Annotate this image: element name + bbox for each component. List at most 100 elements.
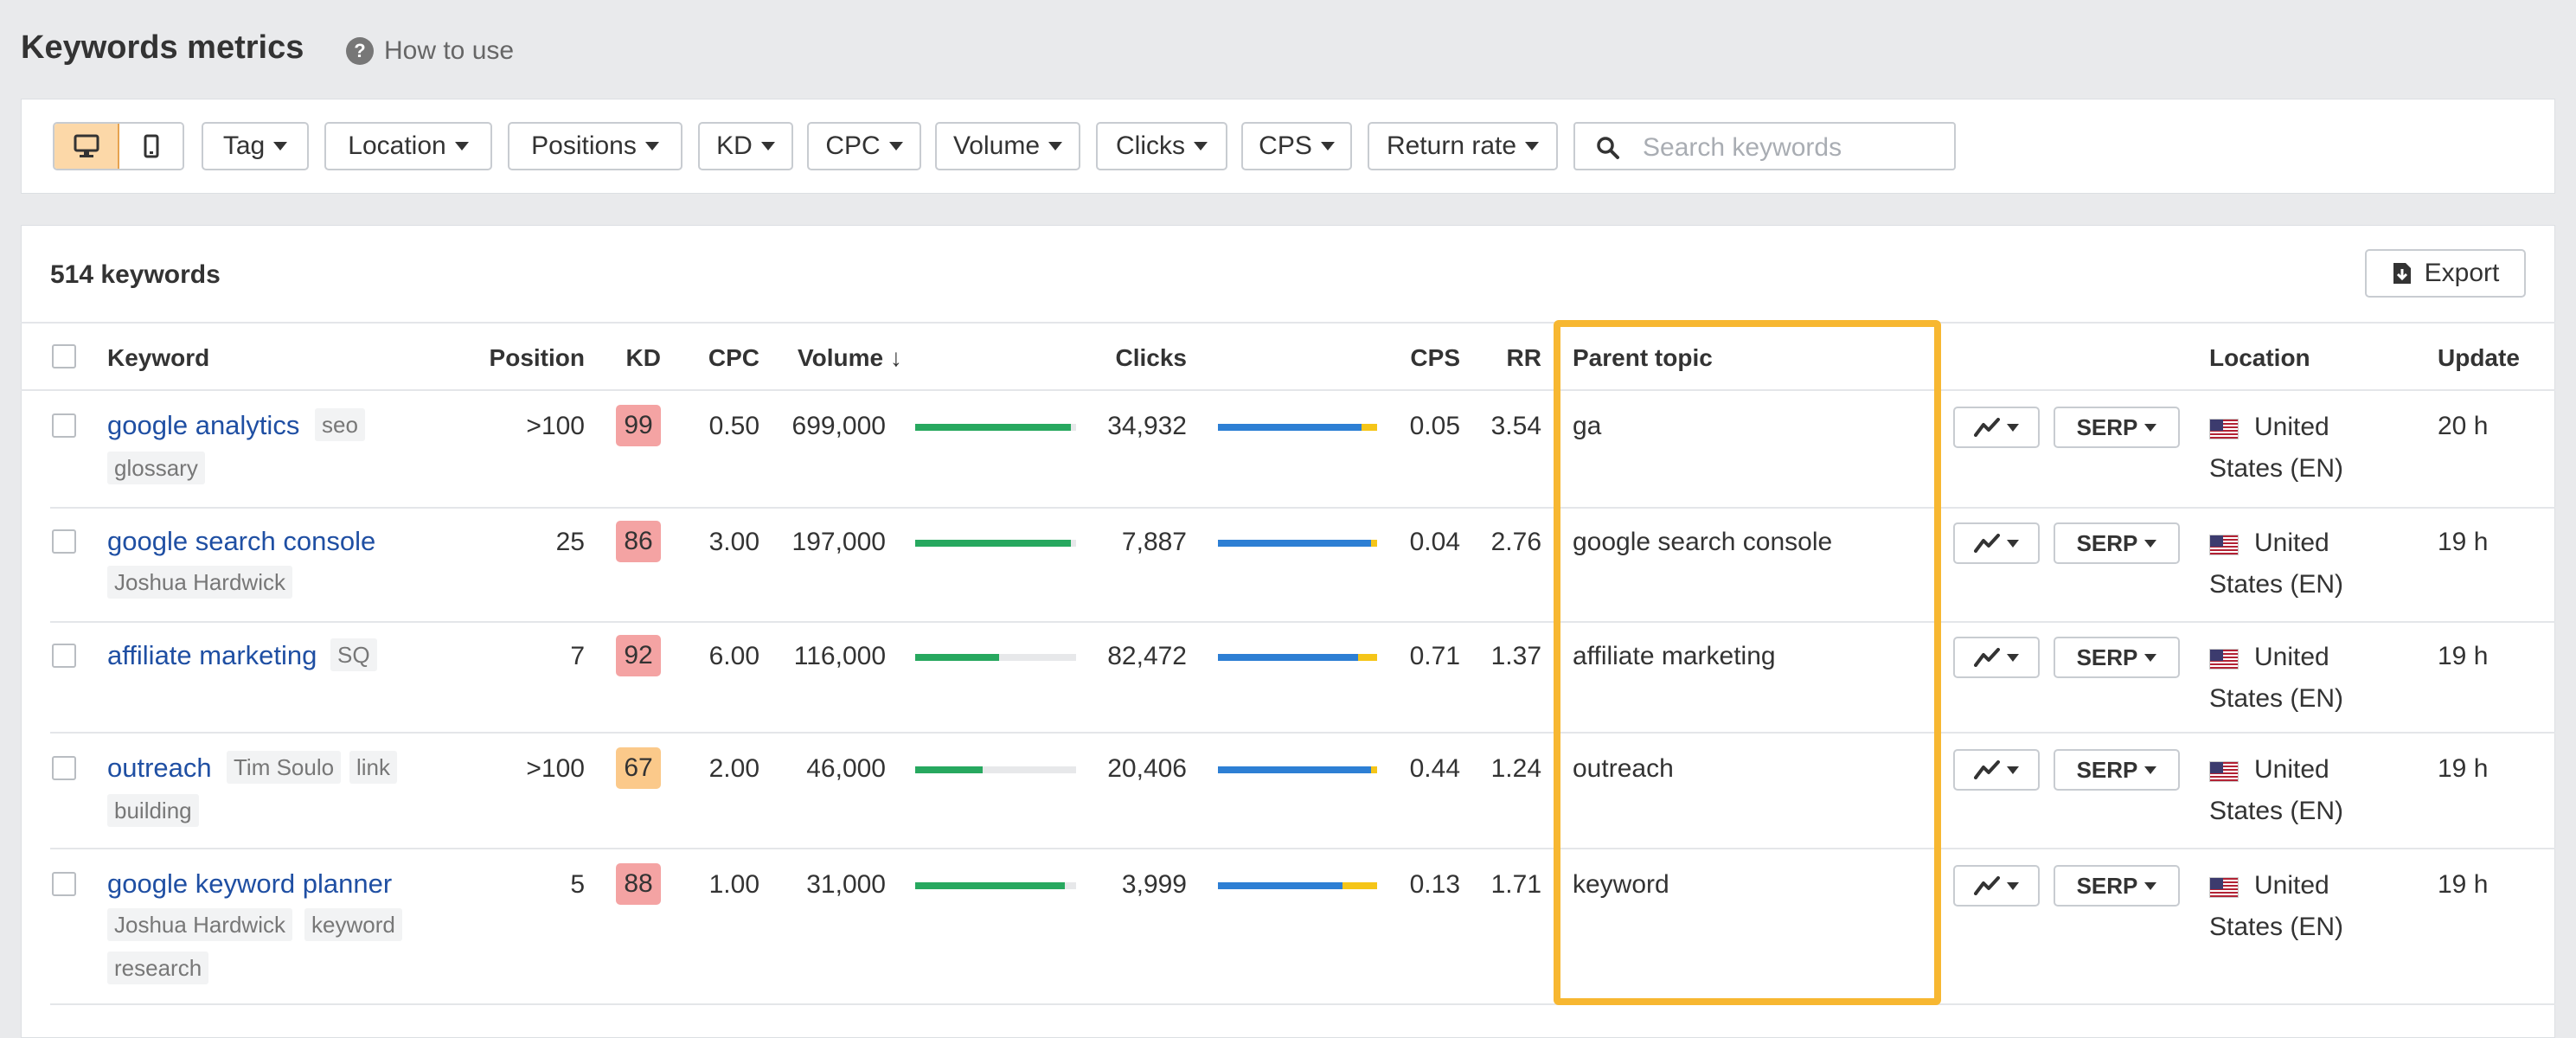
clicks-paid-segment bbox=[1342, 882, 1377, 889]
col-keyword[interactable]: Keyword bbox=[107, 344, 209, 372]
positions-filter[interactable]: Positions bbox=[508, 122, 682, 170]
us-flag-icon bbox=[2209, 649, 2239, 670]
keyword-tag[interactable]: seo bbox=[315, 408, 365, 441]
row-checkbox[interactable] bbox=[52, 529, 76, 554]
select-all-checkbox[interactable] bbox=[52, 344, 76, 368]
desktop-button[interactable] bbox=[54, 124, 119, 169]
row-checkbox[interactable] bbox=[52, 413, 76, 438]
keyword-tag[interactable]: Joshua Hardwick bbox=[107, 908, 292, 941]
parent-topic-value[interactable]: keyword bbox=[1573, 870, 1669, 900]
col-rr[interactable]: RR bbox=[1481, 344, 1541, 372]
cpc-value: 2.00 bbox=[708, 754, 759, 783]
keyword-link[interactable]: google keyword planner bbox=[107, 868, 392, 900]
volume-filter[interactable]: Volume bbox=[935, 122, 1080, 170]
row-divider bbox=[50, 1003, 2555, 1005]
parent-topic-value[interactable]: ga bbox=[1573, 412, 1601, 441]
search-input[interactable] bbox=[1641, 132, 1947, 163]
cps-value: 0.05 bbox=[1409, 412, 1460, 440]
page-title: Keywords metrics bbox=[21, 29, 304, 66]
serp-button[interactable]: SERP bbox=[2054, 407, 2180, 448]
caret-down-icon bbox=[2144, 653, 2157, 662]
col-volume[interactable]: Volume ↓ bbox=[798, 344, 902, 372]
row-checkbox[interactable] bbox=[52, 756, 76, 780]
caret-down-icon bbox=[2007, 539, 2019, 548]
how-to-use-link[interactable]: ? How to use bbox=[346, 36, 514, 66]
caret-down-icon bbox=[1320, 142, 1335, 151]
keyword-tag[interactable]: Tim Soulo bbox=[227, 751, 342, 784]
export-button[interactable]: Export bbox=[2365, 249, 2526, 298]
col-cps[interactable]: CPS bbox=[1384, 344, 1460, 372]
mobile-button[interactable] bbox=[119, 124, 183, 169]
serp-button[interactable]: SERP bbox=[2054, 522, 2180, 564]
row-divider bbox=[50, 848, 2555, 849]
trend-button[interactable] bbox=[1953, 865, 2040, 907]
clicks-bar bbox=[1218, 540, 1377, 547]
cpc-filter[interactable]: CPC bbox=[807, 122, 921, 170]
return-rate-filter-label: Return rate bbox=[1386, 131, 1517, 160]
row-checkbox[interactable] bbox=[52, 644, 76, 668]
cpc-value: 3.00 bbox=[708, 528, 759, 556]
col-location[interactable]: Location bbox=[2209, 344, 2310, 372]
serp-button[interactable]: SERP bbox=[2054, 865, 2180, 907]
keyword-link[interactable]: affiliate marketing bbox=[107, 640, 317, 671]
cps-value: 0.04 bbox=[1409, 528, 1460, 556]
us-flag-icon bbox=[2209, 535, 2239, 555]
col-clicks[interactable]: Clicks bbox=[1073, 344, 1188, 372]
export-icon bbox=[2393, 263, 2411, 284]
keyword-tag[interactable]: research bbox=[107, 952, 209, 984]
location-filter[interactable]: Location bbox=[324, 122, 492, 170]
caret-down-icon bbox=[454, 142, 469, 151]
position-value: >100 bbox=[526, 754, 585, 783]
serp-button[interactable]: SERP bbox=[2054, 637, 2180, 678]
keyword-link[interactable]: google search console bbox=[107, 526, 375, 557]
keyword-link[interactable]: outreach bbox=[107, 753, 212, 784]
clicks-paid-segment bbox=[1371, 766, 1377, 773]
col-cpc[interactable]: CPC bbox=[683, 344, 759, 372]
trend-button[interactable] bbox=[1953, 407, 2040, 448]
trend-button[interactable] bbox=[1953, 749, 2040, 791]
volume-value: 31,000 bbox=[806, 870, 886, 899]
return-rate-filter[interactable]: Return rate bbox=[1368, 122, 1558, 170]
clicks-filter[interactable]: Clicks bbox=[1096, 122, 1227, 170]
col-position[interactable]: Position bbox=[467, 344, 585, 372]
help-icon: ? bbox=[346, 37, 374, 65]
col-update[interactable]: Update bbox=[2438, 344, 2520, 372]
clicks-bar bbox=[1218, 424, 1377, 431]
trend-button[interactable] bbox=[1953, 522, 2040, 564]
volume-value: 699,000 bbox=[791, 412, 886, 440]
row-checkbox[interactable] bbox=[52, 872, 76, 896]
row-divider bbox=[50, 507, 2555, 509]
keyword-tag[interactable]: building bbox=[107, 794, 199, 827]
keyword-tag[interactable]: SQ bbox=[330, 638, 377, 671]
keyword-tag[interactable]: keyword bbox=[304, 908, 402, 941]
cpc-value: 6.00 bbox=[708, 642, 759, 670]
kd-badge: 67 bbox=[616, 747, 661, 789]
keyword-count: 514 keywords bbox=[50, 260, 221, 289]
trend-button[interactable] bbox=[1953, 637, 2040, 678]
trend-icon bbox=[1974, 876, 2000, 895]
volume-bar-fill bbox=[915, 654, 999, 661]
position-value: 7 bbox=[570, 642, 585, 670]
parent-topic-value[interactable]: google search console bbox=[1573, 528, 1832, 557]
caret-down-icon bbox=[273, 142, 288, 151]
kd-filter[interactable]: KD bbox=[698, 122, 793, 170]
cps-filter[interactable]: CPS bbox=[1241, 122, 1352, 170]
serp-button[interactable]: SERP bbox=[2054, 749, 2180, 791]
keyword-tag[interactable]: glossary bbox=[107, 452, 205, 484]
location-line-2: States (EN) bbox=[2209, 913, 2344, 941]
col-parent-topic[interactable]: Parent topic bbox=[1573, 344, 1713, 372]
col-kd[interactable]: KD bbox=[606, 344, 661, 372]
parent-topic-value[interactable]: outreach bbox=[1573, 754, 1674, 784]
divider bbox=[21, 389, 2555, 391]
keyword-link[interactable]: google analytics bbox=[107, 410, 299, 441]
parent-topic-value[interactable]: affiliate marketing bbox=[1573, 642, 1776, 671]
keyword-tag[interactable]: link bbox=[349, 751, 398, 784]
volume-bar bbox=[915, 766, 1076, 773]
tag-filter[interactable]: Tag bbox=[202, 122, 309, 170]
clicks-paid-segment bbox=[1358, 654, 1377, 661]
sort-down-icon: ↓ bbox=[889, 344, 902, 371]
tag-filter-label: Tag bbox=[222, 131, 266, 160]
keyword-tag[interactable]: Joshua Hardwick bbox=[107, 566, 292, 599]
location-line-2: States (EN) bbox=[2209, 570, 2344, 599]
kd-badge: 99 bbox=[616, 405, 661, 446]
